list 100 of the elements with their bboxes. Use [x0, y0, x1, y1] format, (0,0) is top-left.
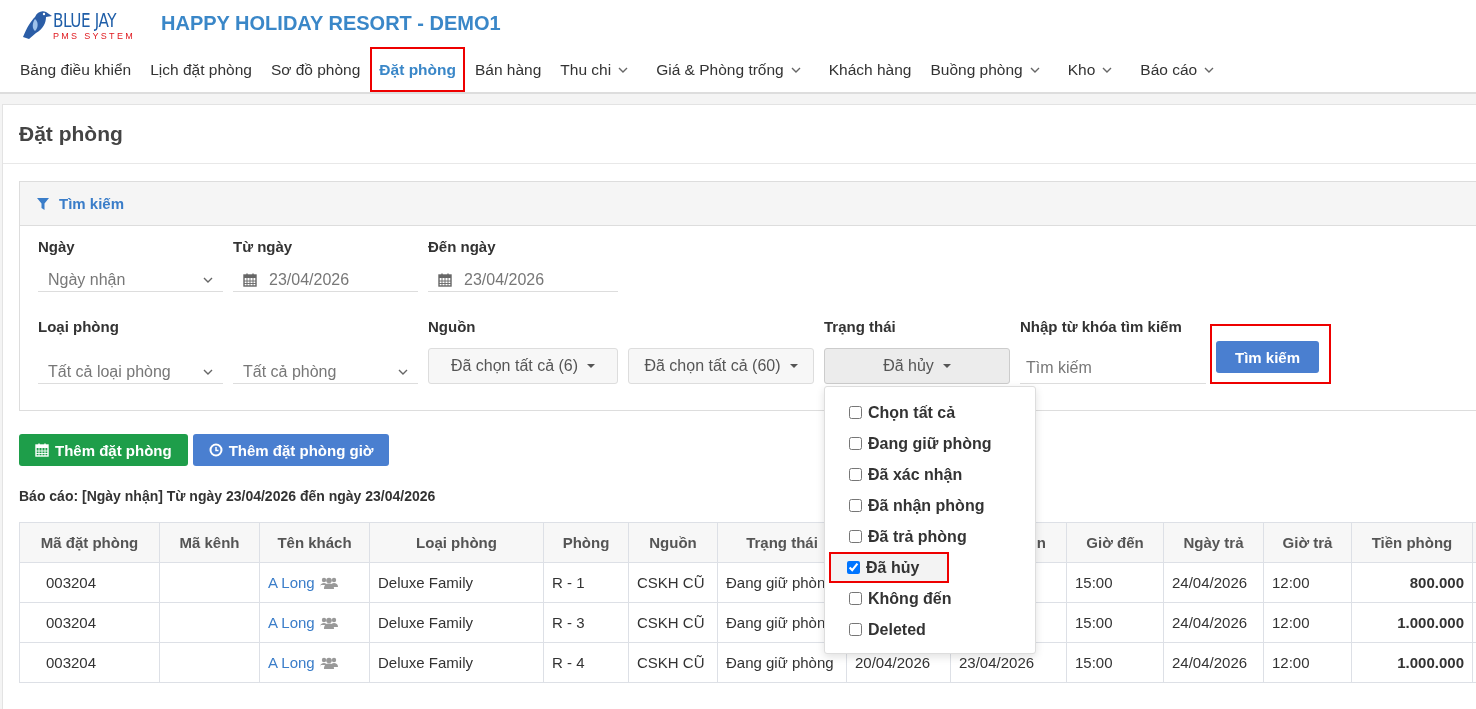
- checkbox[interactable]: [849, 406, 862, 419]
- column-header: Ngày trả: [1163, 522, 1264, 563]
- column-header: Phòng: [543, 522, 629, 563]
- field-label: Trạng thái: [824, 318, 897, 335]
- table-cell: CSKH CŨ: [628, 562, 718, 603]
- caret-down-icon: [942, 364, 951, 368]
- nav-item[interactable]: Sơ đồ phòng: [261, 47, 370, 92]
- chevron-down-icon: [203, 276, 213, 283]
- add-booking-button[interactable]: Thêm đặt phòng giờ: [192, 434, 390, 466]
- nav-item[interactable]: Bảng điều khiển: [11, 47, 141, 92]
- select-field[interactable]: Tất cả phòng: [233, 360, 418, 384]
- checkbox[interactable]: [847, 561, 860, 574]
- column-header: Tên khách: [259, 522, 370, 563]
- guest-link[interactable]: A Long: [268, 614, 315, 631]
- dropdown-option[interactable]: Chọn tất cả: [825, 397, 1035, 428]
- table-cell: CSKH CŨ: [628, 642, 718, 683]
- table-cell: R - 3: [543, 602, 629, 643]
- nav-item[interactable]: Đặt phòng: [370, 47, 465, 92]
- table-cell: 24/04/2026: [1163, 642, 1264, 683]
- select-field[interactable]: Ngày nhận: [38, 268, 223, 292]
- nav-item[interactable]: Khách hàng: [819, 47, 921, 92]
- panel-title: Tìm kiếm: [59, 195, 125, 212]
- checkbox[interactable]: [849, 623, 862, 636]
- caret-down-icon: [789, 364, 798, 368]
- dropdown-option[interactable]: Đã hủy: [829, 552, 949, 583]
- calendar-icon: [35, 443, 49, 457]
- nav-item[interactable]: Thu chi: [551, 47, 638, 92]
- table-cell: CSKH CŨ: [628, 602, 718, 643]
- field-label: Loại phòng: [38, 318, 120, 335]
- logo-text: BLUE JAY: [53, 10, 118, 30]
- table-cell: 24/04/2026: [1163, 562, 1264, 603]
- table-cell: Deluxe Family: [369, 642, 544, 683]
- table-cell: 1.000.000: [1351, 642, 1473, 683]
- table-cell: 003204: [19, 642, 160, 683]
- table-cell: Deluxe Family: [369, 602, 544, 643]
- checkbox[interactable]: [849, 530, 862, 543]
- table-cell: R - 4: [543, 642, 629, 683]
- group-icon: [319, 656, 338, 669]
- table-cell: 003204: [19, 562, 160, 603]
- table-cell: R - 1: [543, 562, 629, 603]
- field-label: Nhập từ khóa tìm kiếm: [1020, 318, 1183, 335]
- dropdown-option[interactable]: Đã xác nhận: [825, 459, 1035, 490]
- search-button[interactable]: Tìm kiếm: [1216, 341, 1319, 373]
- chevron-down-icon: [1102, 66, 1113, 73]
- group-icon: [319, 616, 338, 629]
- date-field[interactable]: 23/04/2026: [428, 268, 618, 292]
- guest-link[interactable]: A Long: [268, 574, 315, 591]
- hotel-title: HAPPY HOLIDAY RESORT - DEMO1: [161, 12, 501, 35]
- table-cell: 12:00: [1263, 642, 1352, 683]
- table-cell: 003204: [19, 602, 160, 643]
- nav-item[interactable]: Lịch đặt phòng: [141, 47, 261, 92]
- chevron-down-icon: [398, 368, 408, 375]
- select-field[interactable]: Tất cả loại phòng: [38, 360, 223, 384]
- chevron-down-icon: [790, 66, 801, 73]
- field-label: Đến ngày: [428, 238, 497, 255]
- multiselect-dropdown[interactable]: Đã chọn tất cả (6): [428, 348, 618, 384]
- guest-link[interactable]: A Long: [268, 654, 315, 671]
- column-header: Giờ trả: [1263, 522, 1352, 563]
- dropdown-option[interactable]: Đã nhận phòng: [825, 490, 1035, 521]
- column-header: Loại phòng: [369, 522, 544, 563]
- column-header: Nguồn: [628, 522, 718, 563]
- nav-item[interactable]: Báo cáo: [1131, 47, 1224, 92]
- column-header: Mã kênh: [159, 522, 260, 563]
- field-label: Ngày: [38, 238, 76, 255]
- checkbox[interactable]: [849, 499, 862, 512]
- table-cell: 15:00: [1066, 602, 1164, 643]
- logo-tagline: PMS SYSTEM: [53, 31, 135, 41]
- column-header: Mã đặt phòng: [19, 522, 160, 563]
- multiselect-dropdown[interactable]: Đã hủy: [824, 348, 1010, 384]
- table-cell: 1.000.000: [1351, 602, 1473, 643]
- nav-item[interactable]: Buồng phòng: [921, 47, 1049, 92]
- clock-icon: [208, 443, 223, 457]
- nav-item[interactable]: Giá & Phòng trống: [647, 47, 810, 92]
- field-label: Nguồn: [428, 318, 477, 335]
- caret-down-icon: [587, 364, 596, 368]
- nav-item[interactable]: Kho: [1058, 47, 1122, 92]
- checkbox[interactable]: [849, 468, 862, 481]
- table-cell: 15:00: [1066, 562, 1164, 603]
- column-header: Giờ đến: [1066, 522, 1164, 563]
- nav-item[interactable]: Bán hàng: [465, 47, 551, 92]
- column-header: Tiền phòng: [1351, 522, 1473, 563]
- table-cell: 800.000: [1351, 562, 1473, 603]
- chevron-down-icon: [1204, 66, 1215, 73]
- table-cell: Deluxe Family: [369, 562, 544, 603]
- checkbox[interactable]: [849, 437, 862, 450]
- date-field[interactable]: 23/04/2026: [233, 268, 418, 292]
- group-icon: [319, 576, 338, 589]
- report-summary: Báo cáo: [Ngày nhận] Từ ngày 23/04/2026 đến ngày 23/04/2026: [19, 488, 436, 504]
- checkbox[interactable]: [849, 592, 862, 605]
- chevron-down-icon: [203, 368, 213, 375]
- multiselect-dropdown[interactable]: Đã chọn tất cả (60): [628, 348, 814, 384]
- table-cell: 24/04/2026: [1163, 602, 1264, 643]
- filter-icon: [37, 197, 49, 210]
- calendar-icon: [243, 272, 257, 287]
- chevron-down-icon: [618, 66, 629, 73]
- page-title: Đặt phòng: [3, 105, 1476, 164]
- field-label: Từ ngày: [233, 238, 294, 255]
- table-cell: 12:00: [1263, 602, 1352, 643]
- dropdown-option[interactable]: Đang giữ phòng: [825, 428, 1035, 459]
- calendar-icon: [438, 272, 452, 287]
